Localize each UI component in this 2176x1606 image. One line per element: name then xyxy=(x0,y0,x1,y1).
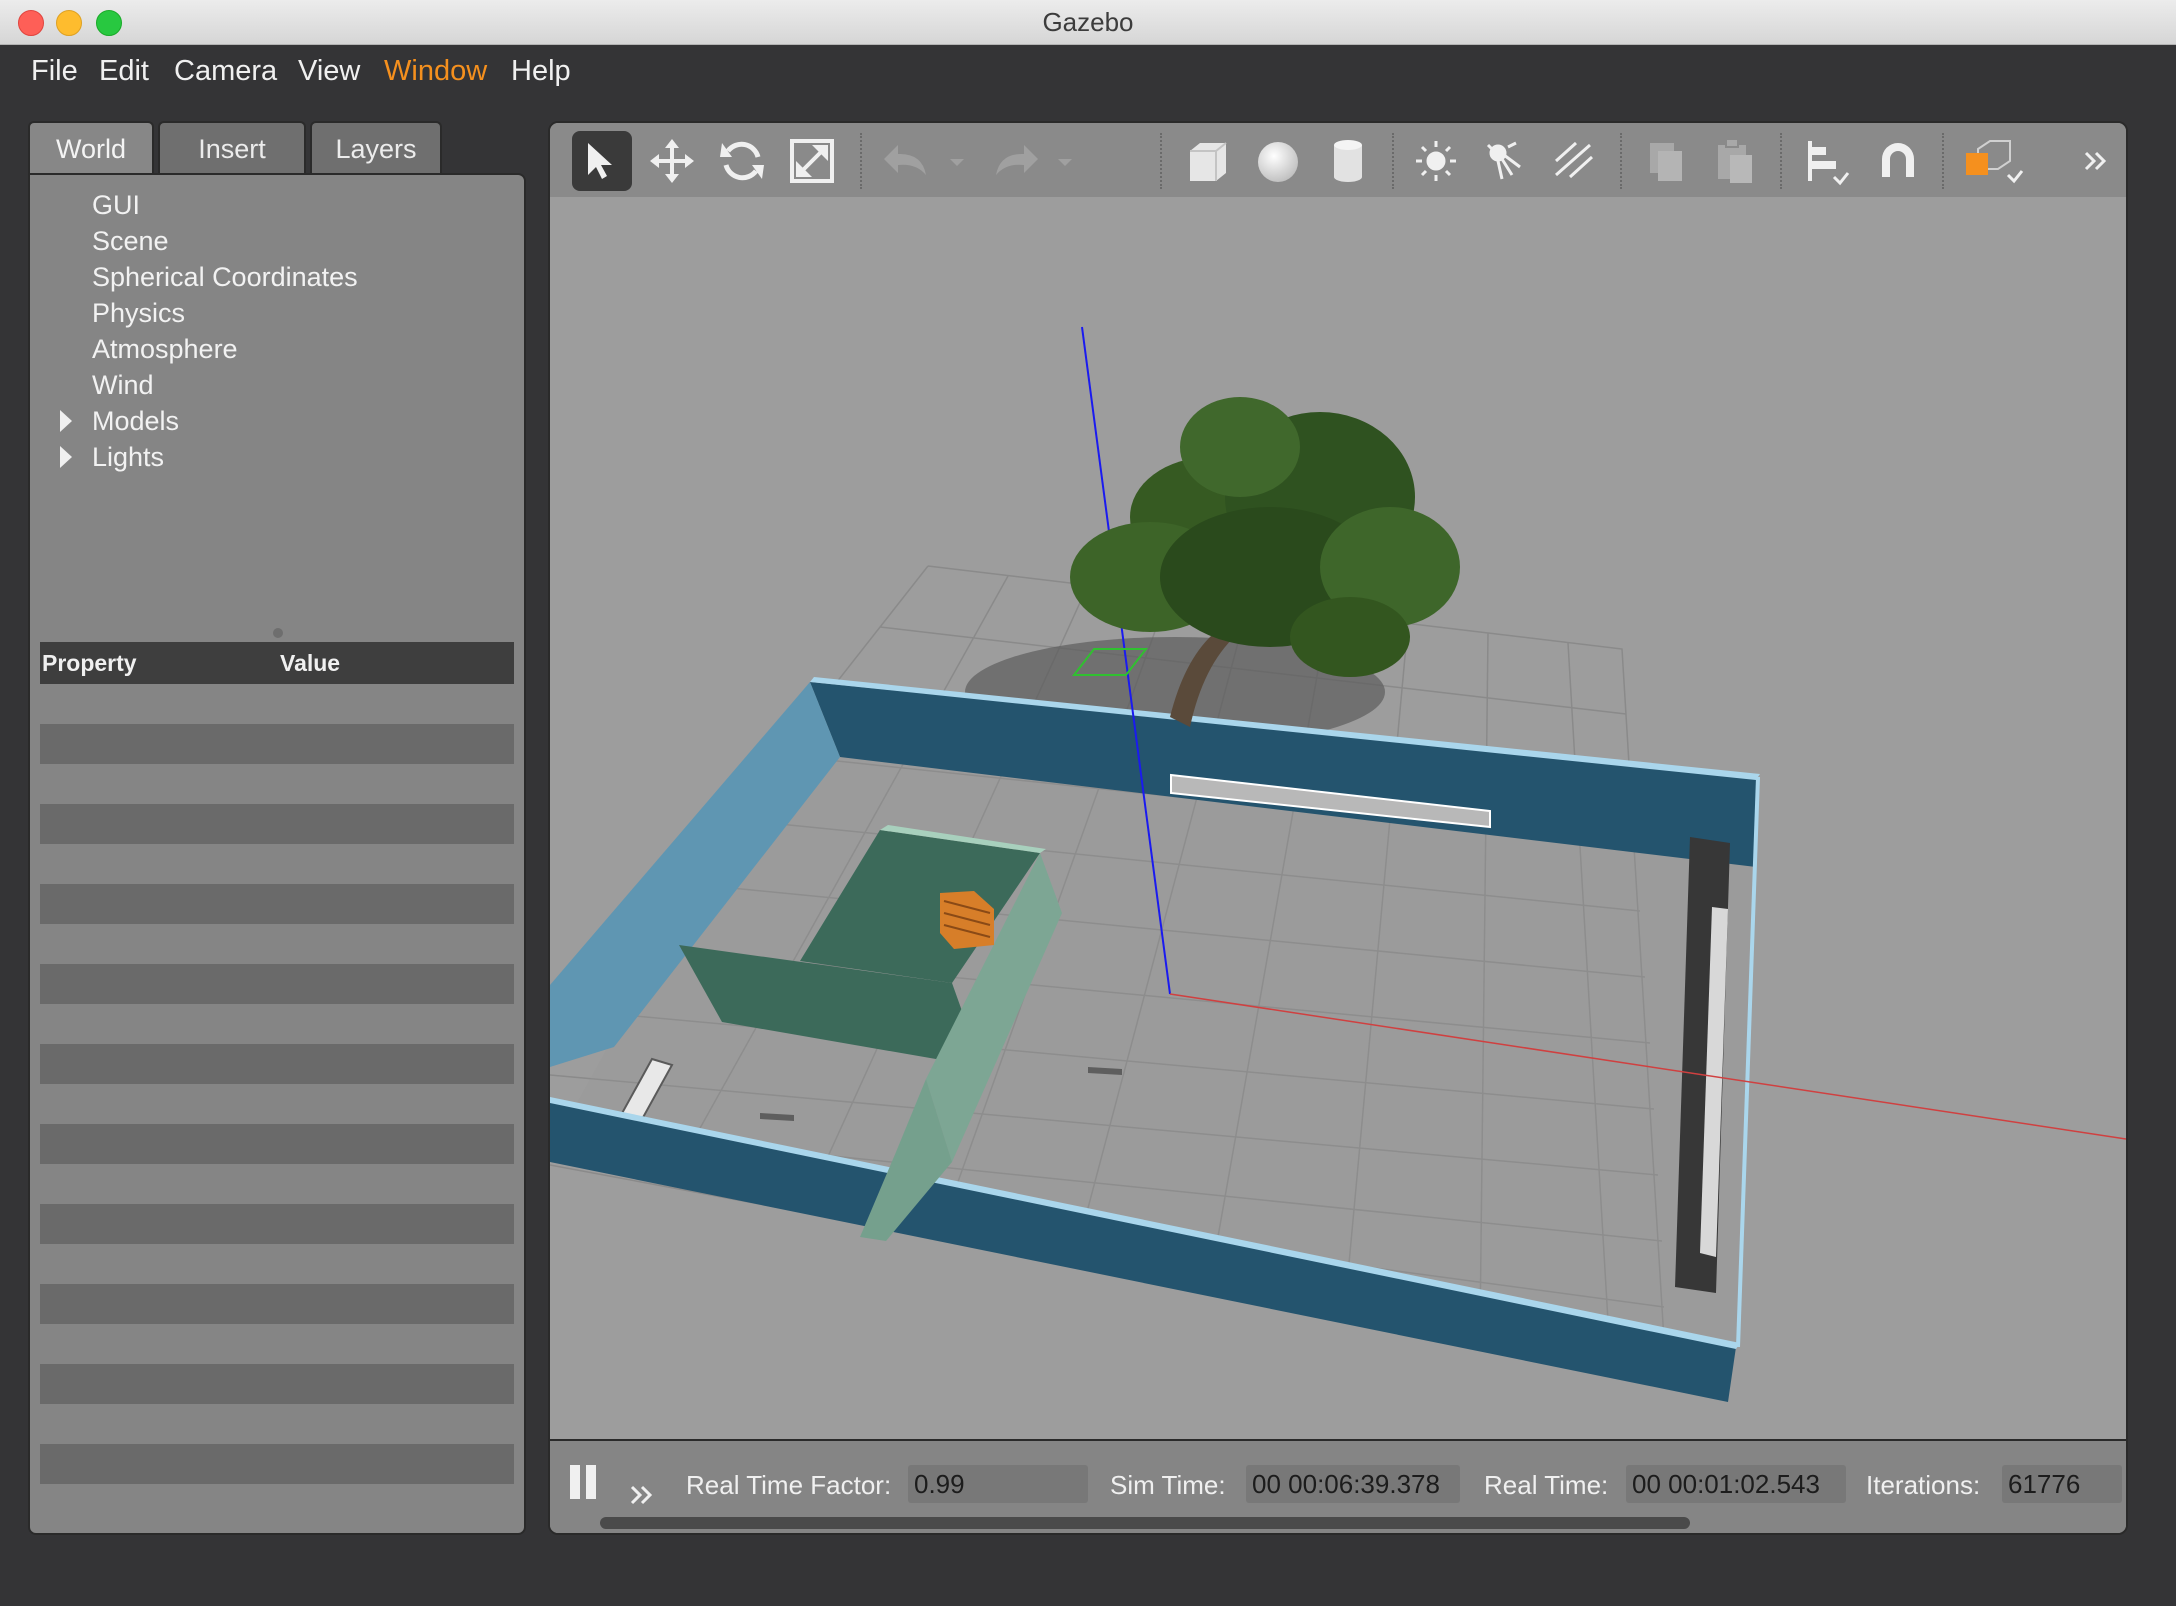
iterations-label: Iterations: xyxy=(1866,1470,1981,1500)
tab-layers[interactable]: Layers xyxy=(310,121,442,173)
property-row xyxy=(40,724,514,764)
box-icon[interactable] xyxy=(1178,131,1238,191)
menu-bar: File Edit Camera View Window Help xyxy=(0,45,2176,97)
scale-icon[interactable] xyxy=(782,131,842,191)
expand-lights-icon[interactable] xyxy=(60,446,72,468)
property-row xyxy=(40,1044,514,1084)
property-table-header: Property Value xyxy=(40,642,514,684)
tree-item-gui[interactable]: GUI xyxy=(92,187,140,223)
tree-item-scene[interactable]: Scene xyxy=(92,223,169,259)
real-time-label: Real Time: xyxy=(1484,1470,1609,1500)
property-row xyxy=(40,1444,514,1484)
redo-dropdown-icon[interactable] xyxy=(1050,131,1080,191)
spot-light-icon[interactable] xyxy=(1474,131,1534,191)
undo-icon[interactable] xyxy=(876,131,936,191)
sim-time-value: 00 00:06:39.378 xyxy=(1246,1465,1460,1503)
real-time-value: 00 00:01:02.543 xyxy=(1626,1465,1846,1503)
tree-item-wind[interactable]: Wind xyxy=(92,367,154,403)
align-icon[interactable] xyxy=(1798,131,1858,191)
cylinder-icon[interactable] xyxy=(1318,131,1378,191)
scene-render xyxy=(550,326,2126,1402)
translate-icon[interactable] xyxy=(642,131,702,191)
property-row xyxy=(40,1284,514,1324)
magnet-snap-icon[interactable] xyxy=(1868,131,1928,191)
property-row xyxy=(40,1364,514,1404)
window-title: Gazebo xyxy=(1042,7,1134,37)
toolbar-separator xyxy=(1160,133,1162,189)
menu-help[interactable]: Help xyxy=(511,45,571,97)
tree-item-models[interactable]: Models xyxy=(92,403,179,439)
property-column-header: Property xyxy=(42,650,137,676)
property-row xyxy=(40,1204,514,1244)
toolbar-separator xyxy=(1392,133,1394,189)
world-tree: GUI Scene Spherical Coordinates Physics … xyxy=(28,173,526,1535)
view-angle-icon[interactable] xyxy=(1958,131,2034,191)
render-panel: Real Time Factor: 0.99 Sim Time: 00 00:0… xyxy=(548,121,2128,1535)
splitter-handle[interactable] xyxy=(273,628,283,638)
menu-file[interactable]: File xyxy=(31,45,78,97)
tree-item-physics[interactable]: Physics xyxy=(92,295,185,331)
rtf-value: 0.99 xyxy=(908,1465,1088,1503)
value-column-header: Value xyxy=(280,650,341,676)
menu-view[interactable]: View xyxy=(298,45,360,97)
property-row xyxy=(40,884,514,924)
step-forward-icon[interactable] xyxy=(628,1483,658,1507)
menu-window[interactable]: Window xyxy=(384,45,487,97)
main-toolbar xyxy=(550,123,2126,199)
rotate-icon[interactable] xyxy=(712,131,772,191)
left-panel: World Insert Layers GUI Scene Spherical … xyxy=(28,121,528,1535)
point-light-icon[interactable] xyxy=(1406,131,1466,191)
toolbar-separator xyxy=(1620,133,1622,189)
toolbar-separator xyxy=(1942,133,1944,189)
tab-insert[interactable]: Insert xyxy=(158,121,306,173)
copy-icon[interactable] xyxy=(1636,131,1696,191)
menu-camera[interactable]: Camera xyxy=(174,45,277,97)
pause-icon-bar xyxy=(586,1465,596,1499)
tree-item-atmosphere[interactable]: Atmosphere xyxy=(92,331,238,367)
property-row xyxy=(40,1124,514,1164)
select-arrow-icon[interactable] xyxy=(572,131,632,191)
3d-viewport[interactable] xyxy=(550,197,2126,1439)
tree-item-lights[interactable]: Lights xyxy=(92,439,164,475)
directional-light-icon[interactable] xyxy=(1544,131,1604,191)
property-row xyxy=(40,804,514,844)
title-bar: Gazebo xyxy=(0,0,2176,45)
tree-item-spherical-coordinates[interactable]: Spherical Coordinates xyxy=(92,259,358,295)
sim-time-label: Sim Time: xyxy=(1110,1470,1226,1500)
undo-dropdown-icon[interactable] xyxy=(942,131,972,191)
redo-icon[interactable] xyxy=(986,131,1046,191)
toolbar-separator xyxy=(1780,133,1782,189)
rtf-label: Real Time Factor: xyxy=(686,1470,892,1500)
status-bar: Real Time Factor: 0.99 Sim Time: 00 00:0… xyxy=(550,1439,2126,1533)
horizontal-scrollbar[interactable] xyxy=(600,1517,1690,1529)
pause-icon[interactable] xyxy=(570,1465,580,1499)
more-icon[interactable] xyxy=(2076,131,2116,191)
iterations-value: 61776 xyxy=(2002,1465,2122,1503)
paste-icon[interactable] xyxy=(1704,131,1764,191)
sphere-icon[interactable] xyxy=(1248,131,1308,191)
toolbar-separator xyxy=(860,133,862,189)
property-row xyxy=(40,964,514,1004)
tab-world[interactable]: World xyxy=(28,121,154,173)
expand-models-icon[interactable] xyxy=(60,410,72,432)
menu-edit[interactable]: Edit xyxy=(99,45,149,97)
